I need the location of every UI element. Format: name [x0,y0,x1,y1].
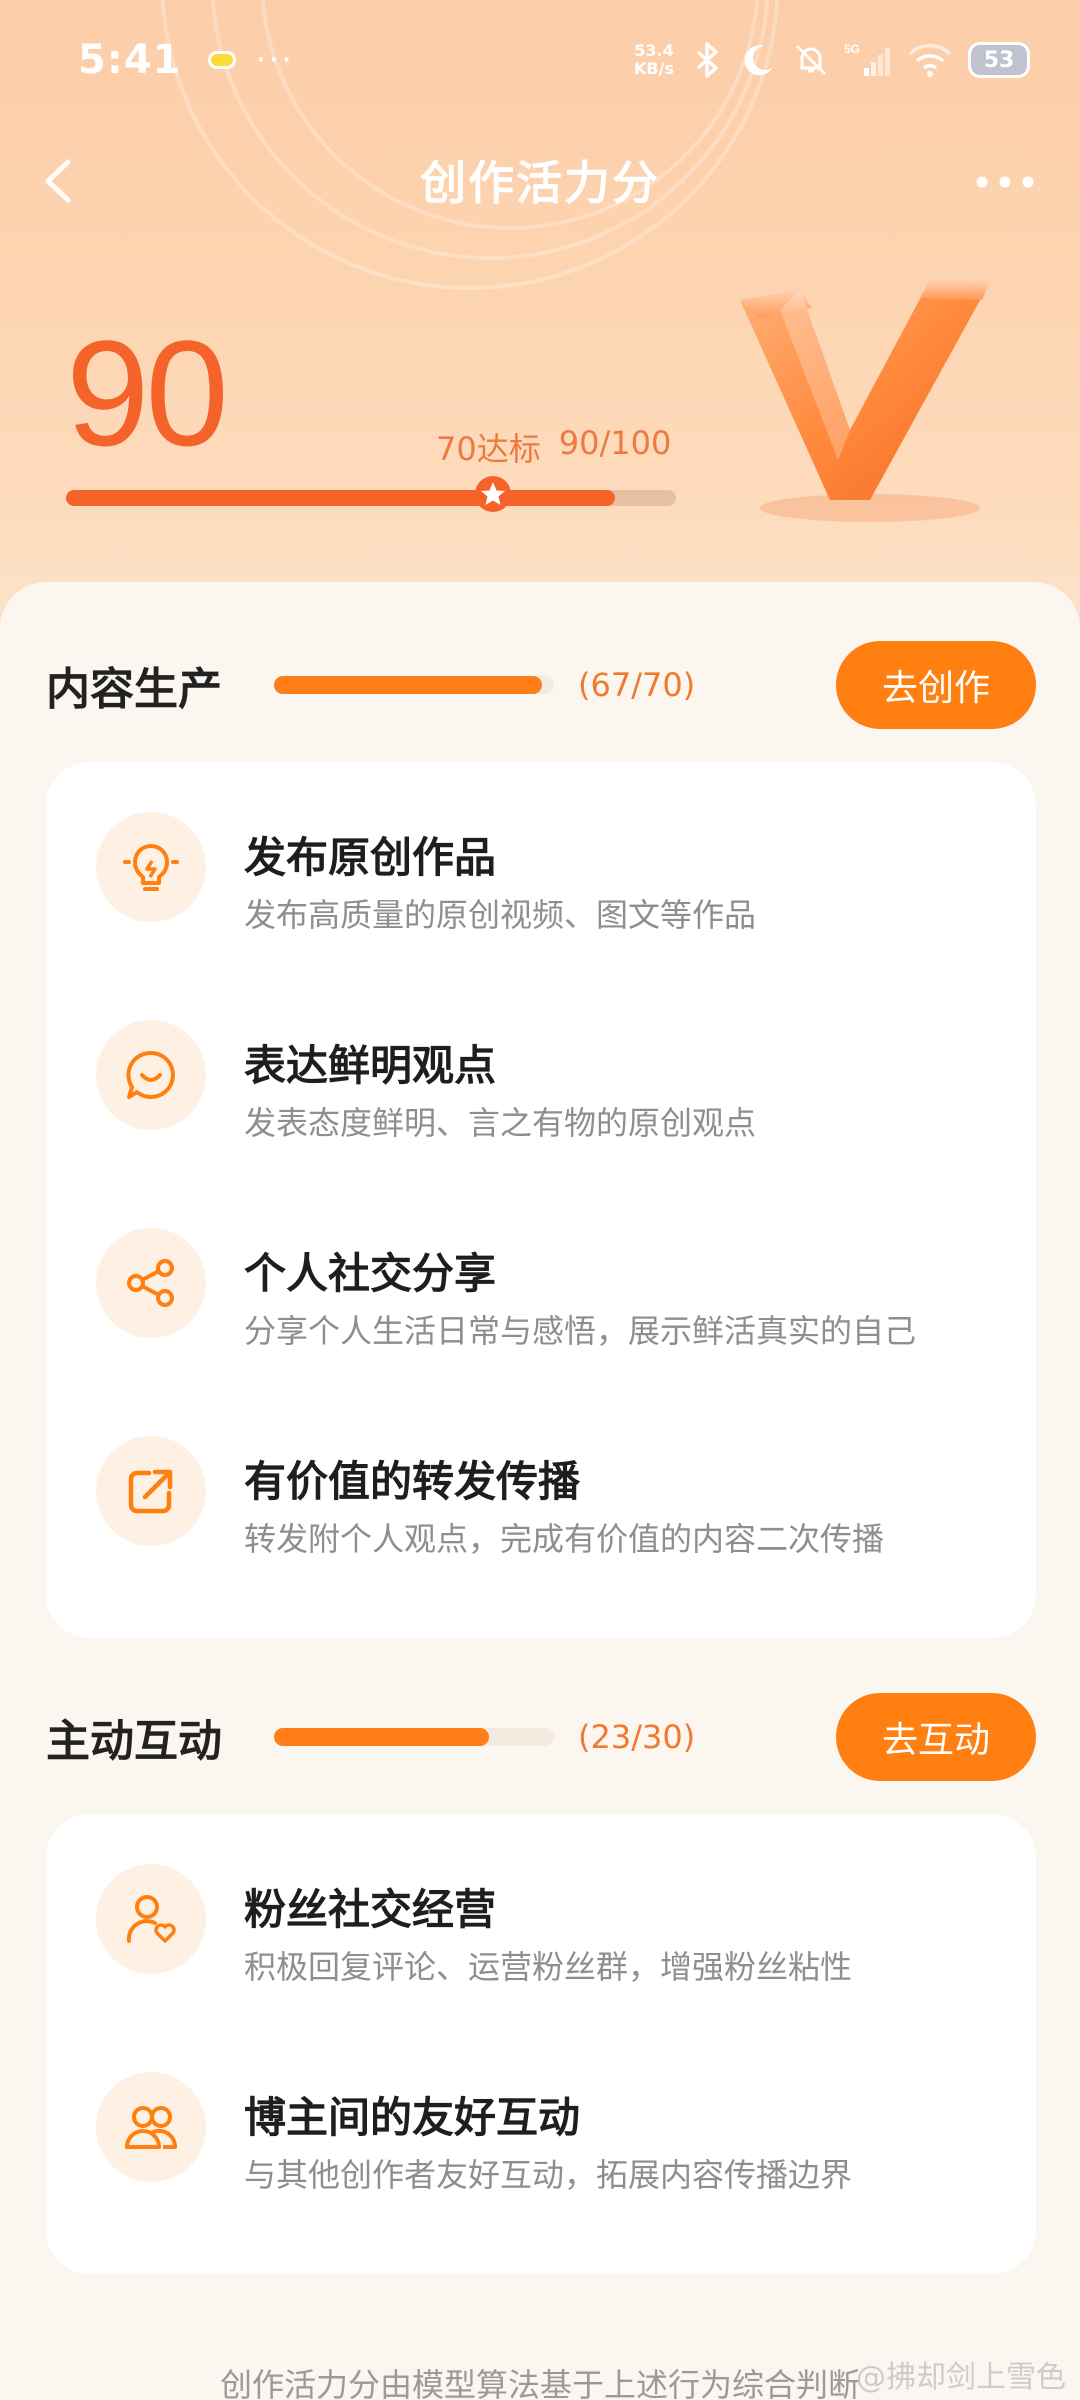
score-progress-fill [66,490,615,506]
page-title: 创作活力分 [420,156,660,210]
fan-heart-icon [96,1864,206,1974]
item-description: 分享个人生活日常与感悟，展示鲜活真实的自己 [244,1312,917,1350]
section-header-interaction: 主动互动 (23/30) 去互动 [46,1692,1036,1782]
item-title: 个人社交分享 [244,1249,497,1298]
item-title: 博主间的友好互动 [244,2093,581,2142]
list-item[interactable]: 发布原创作品 发布高质量的原创视频、图文等作品 [46,762,1036,970]
status-more-dots: ··· [255,40,294,80]
section-header-content: 内容生产 (67/70) 去创作 [46,640,1036,730]
net-speed: 53.4 KB/s [634,42,674,78]
score-meta: 70达标 90/100 [436,424,671,470]
section-title: 主动互动 [46,1716,222,1767]
score-standard-label: 70达标 [436,430,541,468]
forward-icon [96,1436,206,1546]
item-description: 转发附个人观点，完成有价值的内容二次传播 [244,1520,885,1558]
more-options-button[interactable] [970,162,1040,202]
list-item[interactable]: 博主间的友好互动 与其他创作者友好互动，拓展内容传播边界 [46,2022,1036,2230]
item-description: 发表态度鲜明、言之有物的原创观点 [244,1104,757,1142]
list-item[interactable]: 有价值的转发传播 转发附个人观点，完成有价值的内容二次传播 [46,1386,1036,1594]
lightbulb-icon [96,812,206,922]
hero-header: 5:41 ··· 53.4 KB/s 5G 53 创作活力分 90 70达标 9… [0,0,1080,640]
score-progress-bar [66,476,676,512]
status-bar: 5:41 ··· 53.4 KB/s 5G 53 [0,0,1080,120]
more-dots-icon [976,176,1034,188]
item-description: 积极回复评论、运营粉丝群，增强粉丝粘性 [244,1948,853,1986]
score-value: 90 [66,309,229,477]
mute-bell-icon [792,41,830,79]
section-title: 内容生产 [46,664,222,715]
battery-indicator: 53 [968,42,1030,78]
status-time: 5:41 [78,37,182,83]
net-speed-value: 53.4 [634,41,674,60]
list-item[interactable]: 个人社交分享 分享个人生活日常与感悟，展示鲜活真实的自己 [46,1178,1036,1386]
watermark: @拂却剑上雪色 [856,2360,1066,2395]
item-title: 发布原创作品 [244,833,497,882]
standard-star-icon [475,476,511,512]
section-progress-fill [274,676,542,694]
item-title: 有价值的转发传播 [244,1457,581,1506]
item-description: 发布高质量的原创视频、图文等作品 [244,896,757,934]
users-icon [96,2072,206,2182]
app-notification-icon [207,51,236,69]
go-create-button[interactable]: 去创作 [836,641,1036,729]
top-nav: 创作活力分 [0,140,1080,220]
section-progress-fill [274,1728,489,1746]
section-count: (67/70) [578,666,696,704]
v-badge-logo [740,280,990,522]
chevron-left-icon [45,159,71,203]
item-title: 表达鲜明观点 [244,1041,497,1090]
section-count: (23/30) [578,1718,696,1756]
list-item[interactable]: 粉丝社交经营 积极回复评论、运营粉丝群，增强粉丝粘性 [46,1814,1036,2022]
go-interact-button[interactable]: 去互动 [836,1693,1036,1781]
interaction-card: 粉丝社交经营 积极回复评论、运营粉丝群，增强粉丝粘性 博主间的友好互动 与其他创… [46,1814,1036,2274]
wifi-icon [906,41,954,79]
content-card: 发布原创作品 发布高质量的原创视频、图文等作品 表达鲜明观点 发表态度鲜明、言之… [46,762,1036,1638]
section-progress-bar [274,676,554,694]
share-icon [96,1228,206,1338]
score-ratio-label: 90/100 [558,424,672,462]
back-button[interactable] [36,156,86,206]
net-speed-unit: KB/s [634,59,674,78]
item-title: 粉丝社交经营 [244,1885,497,1934]
item-description: 与其他创作者友好互动，拓展内容传播边界 [244,2156,853,2194]
moon-icon [740,41,778,79]
section-progress-bar [274,1728,554,1746]
list-item[interactable]: 表达鲜明观点 发表态度鲜明、言之有物的原创观点 [46,970,1036,1178]
bluetooth-icon [688,41,726,79]
svg-text:5G: 5G [844,42,860,56]
chat-bubble-icon [96,1020,206,1130]
signal-icon: 5G [844,41,892,79]
